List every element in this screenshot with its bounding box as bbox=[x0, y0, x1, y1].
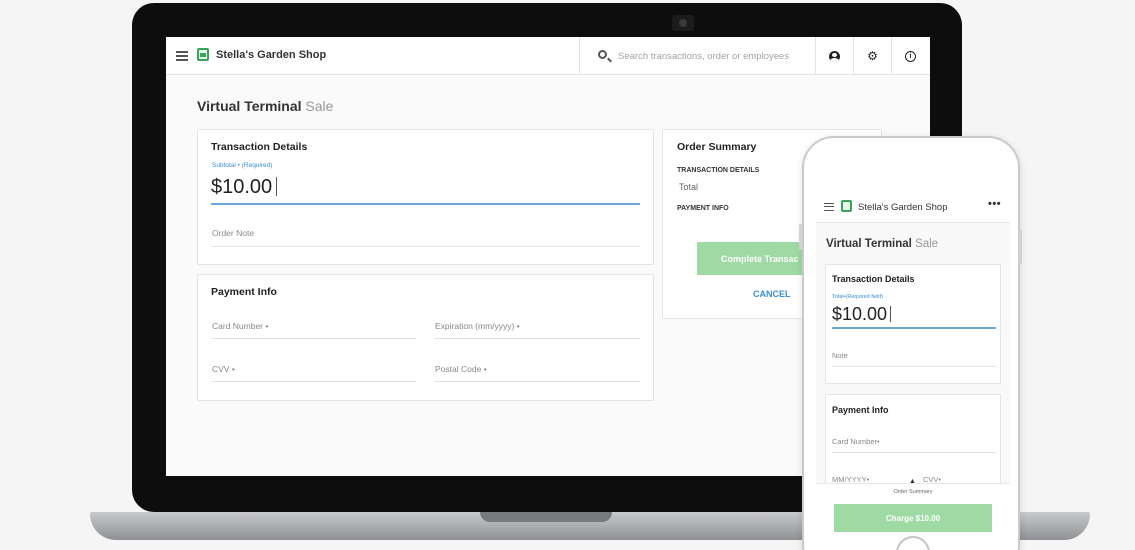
store-icon bbox=[841, 200, 852, 212]
phone-screen: Stella's Garden Shop ••• Virtual Termina… bbox=[816, 191, 1010, 547]
info-icon: i bbox=[905, 50, 916, 62]
chevron-up-icon[interactable]: ▲ bbox=[909, 478, 916, 485]
order-note-field[interactable]: Order Note bbox=[212, 228, 254, 238]
card-number-underline bbox=[211, 338, 416, 339]
mobile-total-input[interactable]: $10.00 bbox=[832, 304, 892, 325]
subtotal-value: $10.00 bbox=[211, 176, 273, 198]
store-icon bbox=[197, 48, 209, 61]
mobile-payment-info-heading: Payment Info bbox=[832, 405, 889, 415]
page-title-main: Virtual Terminal bbox=[197, 98, 302, 114]
transaction-details-card: Transaction Details Subtotal • (Required… bbox=[197, 129, 654, 265]
phone-power-button bbox=[1019, 230, 1022, 264]
user-icon bbox=[829, 50, 840, 62]
payment-info-heading: Payment Info bbox=[211, 286, 277, 298]
mobile-page-title-sub: Sale bbox=[915, 238, 939, 250]
mobile-order-summary-label: Order Summary bbox=[893, 489, 933, 495]
store-name: Stella's Garden Shop bbox=[216, 49, 327, 61]
top-navigation-bar: Stella's Garden Shop ⚙ i bbox=[166, 37, 930, 75]
cvv-underline bbox=[211, 381, 416, 382]
device-mockup-scene: Stella's Garden Shop ⚙ i Virtual Termina… bbox=[0, 0, 1135, 550]
payment-info-card: Payment Info Card Number • Expiration (m… bbox=[197, 274, 654, 401]
summary-payment-info-label: PAYMENT INFO bbox=[677, 205, 729, 212]
mobile-page-title: Virtual Terminal Sale bbox=[826, 238, 938, 250]
mobile-note-underline bbox=[832, 366, 996, 367]
mobile-page-title-main: Virtual Terminal bbox=[826, 238, 912, 250]
summary-total-label: Total bbox=[679, 182, 699, 192]
mobile-card-number-field[interactable]: Card Number• bbox=[832, 437, 880, 446]
mobile-total-label: Total•(Required field) bbox=[832, 294, 884, 300]
mobile-card-number-underline bbox=[832, 452, 996, 453]
search-input[interactable] bbox=[618, 47, 810, 65]
expiration-field[interactable]: Expiration (mm/yyyy) • bbox=[435, 321, 520, 331]
search-bar[interactable] bbox=[579, 37, 815, 75]
mobile-note-field[interactable]: Note bbox=[832, 351, 848, 360]
account-button[interactable] bbox=[815, 37, 853, 75]
menu-icon[interactable] bbox=[176, 51, 188, 61]
cvv-field[interactable]: CVV • bbox=[212, 364, 235, 374]
postal-code-underline bbox=[434, 381, 640, 382]
cancel-button[interactable]: CANCEL bbox=[753, 289, 791, 299]
mobile-total-underline bbox=[832, 327, 996, 329]
mobile-top-bar: Stella's Garden Shop ••• bbox=[816, 191, 1010, 223]
mobile-transaction-details-card: Transaction Details Total•(Required fiel… bbox=[825, 264, 1001, 384]
summary-transaction-details-label: TRANSACTION DETAILS bbox=[677, 167, 760, 174]
mobile-transaction-details-heading: Transaction Details bbox=[832, 274, 915, 284]
settings-button[interactable]: ⚙ bbox=[853, 37, 891, 75]
postal-code-field[interactable]: Postal Code • bbox=[435, 364, 487, 374]
more-options-icon[interactable]: ••• bbox=[988, 198, 1001, 210]
gear-icon: ⚙ bbox=[867, 49, 878, 63]
subtotal-label: Subtotal • (Required) bbox=[212, 162, 273, 169]
webcam bbox=[672, 15, 694, 31]
phone-side-button bbox=[799, 224, 802, 250]
info-button[interactable]: i bbox=[891, 37, 929, 75]
text-cursor bbox=[890, 306, 892, 322]
subtotal-underline bbox=[211, 203, 640, 205]
subtotal-input[interactable]: $10.00 bbox=[211, 176, 278, 199]
expiration-underline bbox=[434, 338, 640, 339]
phone-device: Stella's Garden Shop ••• Virtual Termina… bbox=[799, 136, 1022, 550]
charge-button[interactable]: Charge $10.00 bbox=[834, 504, 992, 532]
page-title: Virtual Terminal Sale bbox=[197, 98, 333, 114]
complete-transaction-button[interactable]: Complete Transac bbox=[697, 242, 809, 275]
page-title-sub: Sale bbox=[305, 98, 334, 114]
menu-icon[interactable] bbox=[824, 203, 834, 211]
order-summary-heading: Order Summary bbox=[677, 141, 757, 153]
text-cursor bbox=[276, 177, 278, 196]
order-note-underline bbox=[211, 246, 640, 247]
mobile-store-name: Stella's Garden Shop bbox=[858, 202, 948, 213]
search-icon bbox=[598, 50, 607, 59]
mobile-total-value: $10.00 bbox=[832, 304, 888, 324]
laptop-notch bbox=[480, 512, 612, 522]
card-number-field[interactable]: Card Number • bbox=[212, 321, 268, 331]
transaction-details-heading: Transaction Details bbox=[211, 141, 308, 153]
